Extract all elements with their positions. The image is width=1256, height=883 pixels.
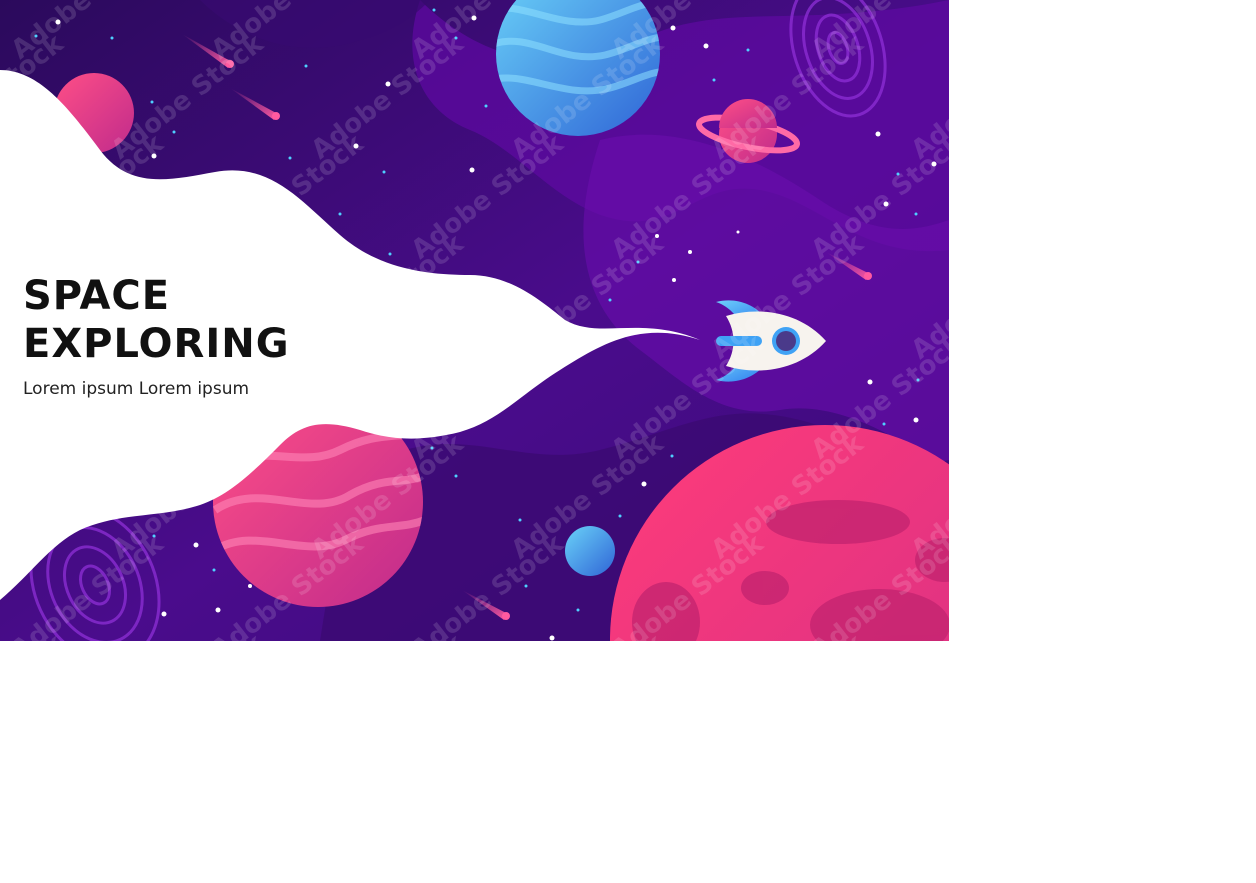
headline-line-2: EXPLORING xyxy=(23,321,290,367)
banner-tagline: Lorem ipsum Lorem ipsum xyxy=(23,379,250,399)
banner-headline: SPACE EXPLORING xyxy=(23,272,290,368)
headline-line-1: SPACE xyxy=(23,273,171,319)
page-canvas: Adobe Stock Adobe Stock Adobe Stock Adobe S… xyxy=(0,0,1256,883)
